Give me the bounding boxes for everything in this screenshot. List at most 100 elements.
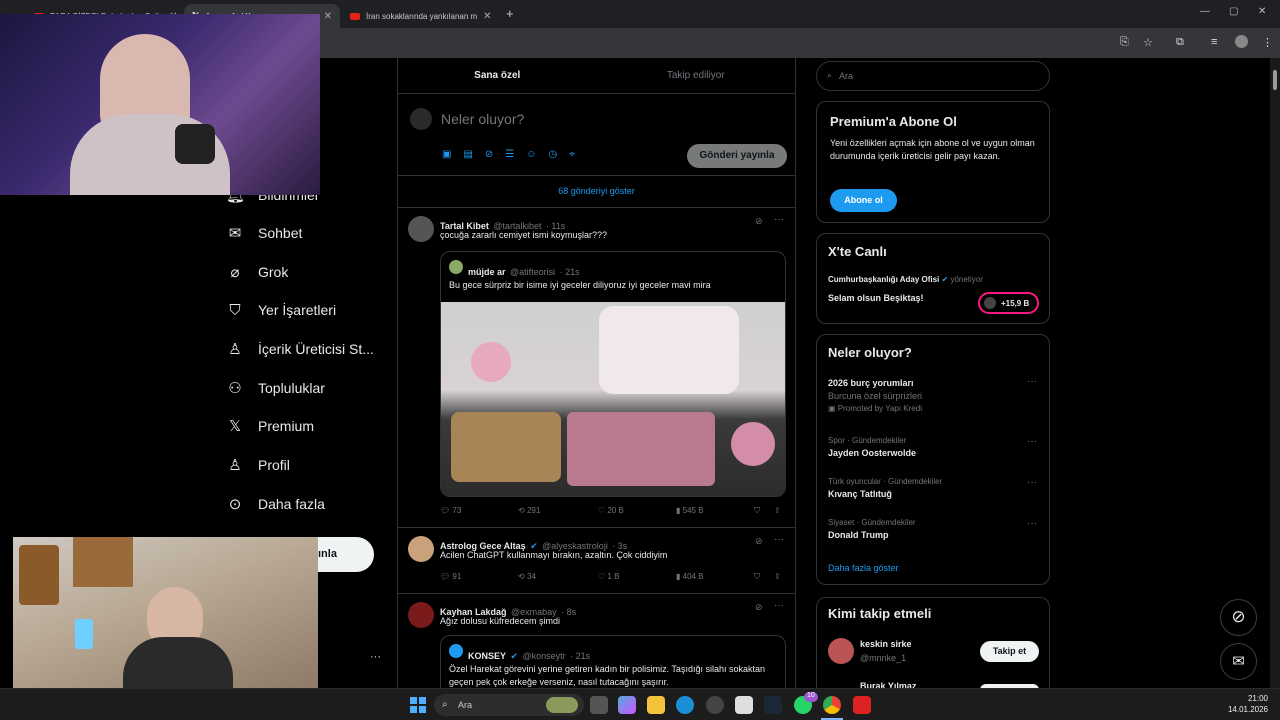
nav-creator-studio[interactable]: ♙ İçerik Üreticisi St...: [226, 338, 374, 360]
live-listeners[interactable]: +15,9 B: [978, 292, 1039, 314]
like-action[interactable]: ♡ 1 B: [598, 572, 619, 581]
grok-icon[interactable]: ⊘: [755, 216, 763, 227]
live-card[interactable]: X'te Canlı Cumhurbaşkanlığı Aday Ofisi ✔…: [816, 233, 1050, 324]
nav-premium[interactable]: 𝕏 Premium: [226, 415, 314, 437]
post-more-icon[interactable]: ···: [774, 534, 784, 545]
nav-more[interactable]: ⊙ Daha fazla: [226, 493, 325, 515]
views-action[interactable]: ▮ 404 B: [676, 572, 704, 581]
clock-time[interactable]: 21:00: [1228, 694, 1268, 703]
views-action[interactable]: ▮ 545 B: [676, 506, 704, 515]
post-image[interactable]: [441, 302, 785, 496]
show-new-posts[interactable]: 68 gönderiyi göster: [398, 176, 795, 208]
nav-chat[interactable]: ✉ Sohbet: [226, 222, 303, 244]
post[interactable]: Kayhan Lakdağ @exmabay · 8s ⊘ ··· Ağız d…: [398, 594, 795, 688]
bookmark-icon[interactable]: ⛉: [754, 506, 760, 516]
emoji-icon[interactable]: ☺: [526, 149, 536, 160]
trend-item[interactable]: Siyaset · Gündemdekiler Donald Trump: [828, 518, 916, 540]
taskbar-search[interactable]: ⌕ Ara: [434, 694, 584, 716]
close-window-icon[interactable]: ✕: [1258, 6, 1266, 17]
tab-following[interactable]: Takip ediliyor: [597, 58, 796, 93]
trend-more-icon[interactable]: ···: [1027, 477, 1037, 488]
search-box[interactable]: ⌕ Ara: [816, 61, 1050, 91]
quoted-post[interactable]: KONSEY ✔ @konseytr · 21s Özel Harekat gö…: [440, 635, 786, 688]
new-tab-button[interactable]: +: [506, 6, 514, 21]
schedule-icon[interactable]: ◷: [548, 149, 557, 160]
webcam-overlay-bottom: [13, 537, 318, 688]
trend-more-icon[interactable]: ···: [1027, 376, 1037, 387]
post-text: Ağız dolusu küfredecem şimdi: [440, 616, 561, 626]
bookmark-icon[interactable]: ⛉: [754, 572, 760, 582]
location-icon[interactable]: ⌖: [569, 149, 575, 160]
compose-post-button[interactable]: Gönderi yayınla: [687, 144, 787, 168]
nav-communities[interactable]: ⚇ Topluluklar: [226, 377, 325, 399]
quoted-post[interactable]: müjde ar @atifteorisi · 21s Bu gece sürp…: [440, 251, 786, 497]
image-icon[interactable]: ▣: [442, 149, 451, 160]
post-more-icon[interactable]: ···: [774, 600, 784, 611]
grok-icon[interactable]: ⊘: [485, 149, 493, 160]
poll-icon[interactable]: ☰: [505, 149, 514, 160]
share-icon[interactable]: ⇪: [774, 572, 781, 581]
subscribe-button[interactable]: Abone ol: [830, 189, 897, 212]
store-icon[interactable]: [735, 696, 753, 714]
repost-action[interactable]: ⟲ 34: [518, 572, 536, 581]
trend-item[interactable]: Spor · Gündemdekiler Jayden Oosterwolde: [828, 436, 916, 458]
reply-count: 91: [452, 572, 462, 581]
recording-app-icon[interactable]: [853, 696, 871, 714]
quote-time: · 21s: [570, 651, 591, 661]
search-input[interactable]: Ara: [839, 71, 853, 81]
gif-icon[interactable]: ▤: [463, 149, 472, 160]
trends-show-more[interactable]: Daha fazla göster: [828, 563, 899, 573]
account-more-icon[interactable]: ···: [370, 651, 381, 663]
file-explorer-icon[interactable]: [647, 696, 665, 714]
nav-bookmarks[interactable]: ⛉ Yer İşaretleri: [226, 299, 336, 321]
start-tile: [419, 706, 426, 713]
close-tab-icon[interactable]: ✕: [324, 11, 332, 22]
task-view-icon[interactable]: [590, 696, 608, 714]
grok-float-icon[interactable]: ⊘: [1220, 599, 1257, 636]
share-icon[interactable]: ⇪: [774, 506, 781, 515]
extensions-icon[interactable]: ⧉: [1176, 36, 1184, 49]
feed-tabs: Sana özel Takip ediliyor: [398, 58, 795, 94]
post[interactable]: Tartal Kibet @tartalkibet · 11s ⊘ ··· ço…: [398, 208, 795, 528]
repost-action[interactable]: ⟲ 291: [518, 506, 540, 515]
wall-decor-shape: [73, 537, 133, 587]
nav-profile[interactable]: ♙ Profil: [226, 454, 290, 476]
trend-more-icon[interactable]: ···: [1027, 518, 1037, 529]
trend-more-icon[interactable]: ···: [1027, 436, 1037, 447]
close-tab-icon[interactable]: ✕: [483, 11, 491, 22]
compose-input[interactable]: Neler oluyor?: [441, 111, 524, 127]
browser-tab[interactable]: İran sokaklarında yankılanan m ✕: [342, 4, 498, 28]
post-more-icon[interactable]: ···: [774, 214, 784, 225]
browser-menu-icon[interactable]: ⋮: [1262, 36, 1273, 49]
chrome-icon[interactable]: [823, 696, 841, 714]
edge-icon[interactable]: [676, 696, 694, 714]
tab-for-you[interactable]: Sana özel: [398, 58, 597, 93]
app-icon[interactable]: [706, 696, 724, 714]
trend-item[interactable]: Türk oyuncular · Gündemdekiler Kıvanç Ta…: [828, 477, 942, 499]
follow-name[interactable]: keskin sirke: [860, 639, 912, 649]
reply-action[interactable]: 💬︎ 73: [440, 506, 461, 515]
grok-icon[interactable]: ⊘: [755, 602, 763, 613]
post-time[interactable]: · 8s: [561, 607, 576, 617]
profile-avatar-icon[interactable]: [1235, 35, 1248, 48]
grok-icon[interactable]: ⊘: [755, 536, 763, 547]
avatar: [449, 644, 463, 658]
minimize-icon[interactable]: —: [1200, 6, 1210, 17]
reading-list-icon[interactable]: ≡: [1211, 36, 1217, 48]
windows-start-icon[interactable]: [410, 697, 426, 713]
post[interactable]: Astrolog Gece Altaş ✔ @alyeskastroloji ·…: [398, 528, 795, 594]
scrollbar-thumb[interactable]: [1273, 70, 1277, 90]
trend-item[interactable]: 2026 burç yorumları Burcuna özel sürpriz…: [828, 378, 922, 413]
copilot-icon[interactable]: [618, 696, 636, 714]
maximize-icon[interactable]: ▢: [1229, 6, 1238, 17]
messages-float-icon[interactable]: ✉: [1220, 643, 1257, 680]
scrollbar[interactable]: [1270, 58, 1280, 688]
nav-grok[interactable]: ⌀ Grok: [226, 261, 288, 283]
install-app-icon[interactable]: ⎘: [1120, 36, 1129, 49]
like-action[interactable]: ♡ 20 B: [598, 506, 624, 515]
bookmark-star-icon[interactable]: ☆: [1143, 36, 1153, 49]
reply-action[interactable]: 💬︎ 91: [440, 572, 461, 581]
steam-icon[interactable]: [764, 696, 782, 714]
follow-button[interactable]: Takip et: [980, 641, 1039, 662]
clock-date[interactable]: 14.01.2026: [1218, 705, 1268, 714]
